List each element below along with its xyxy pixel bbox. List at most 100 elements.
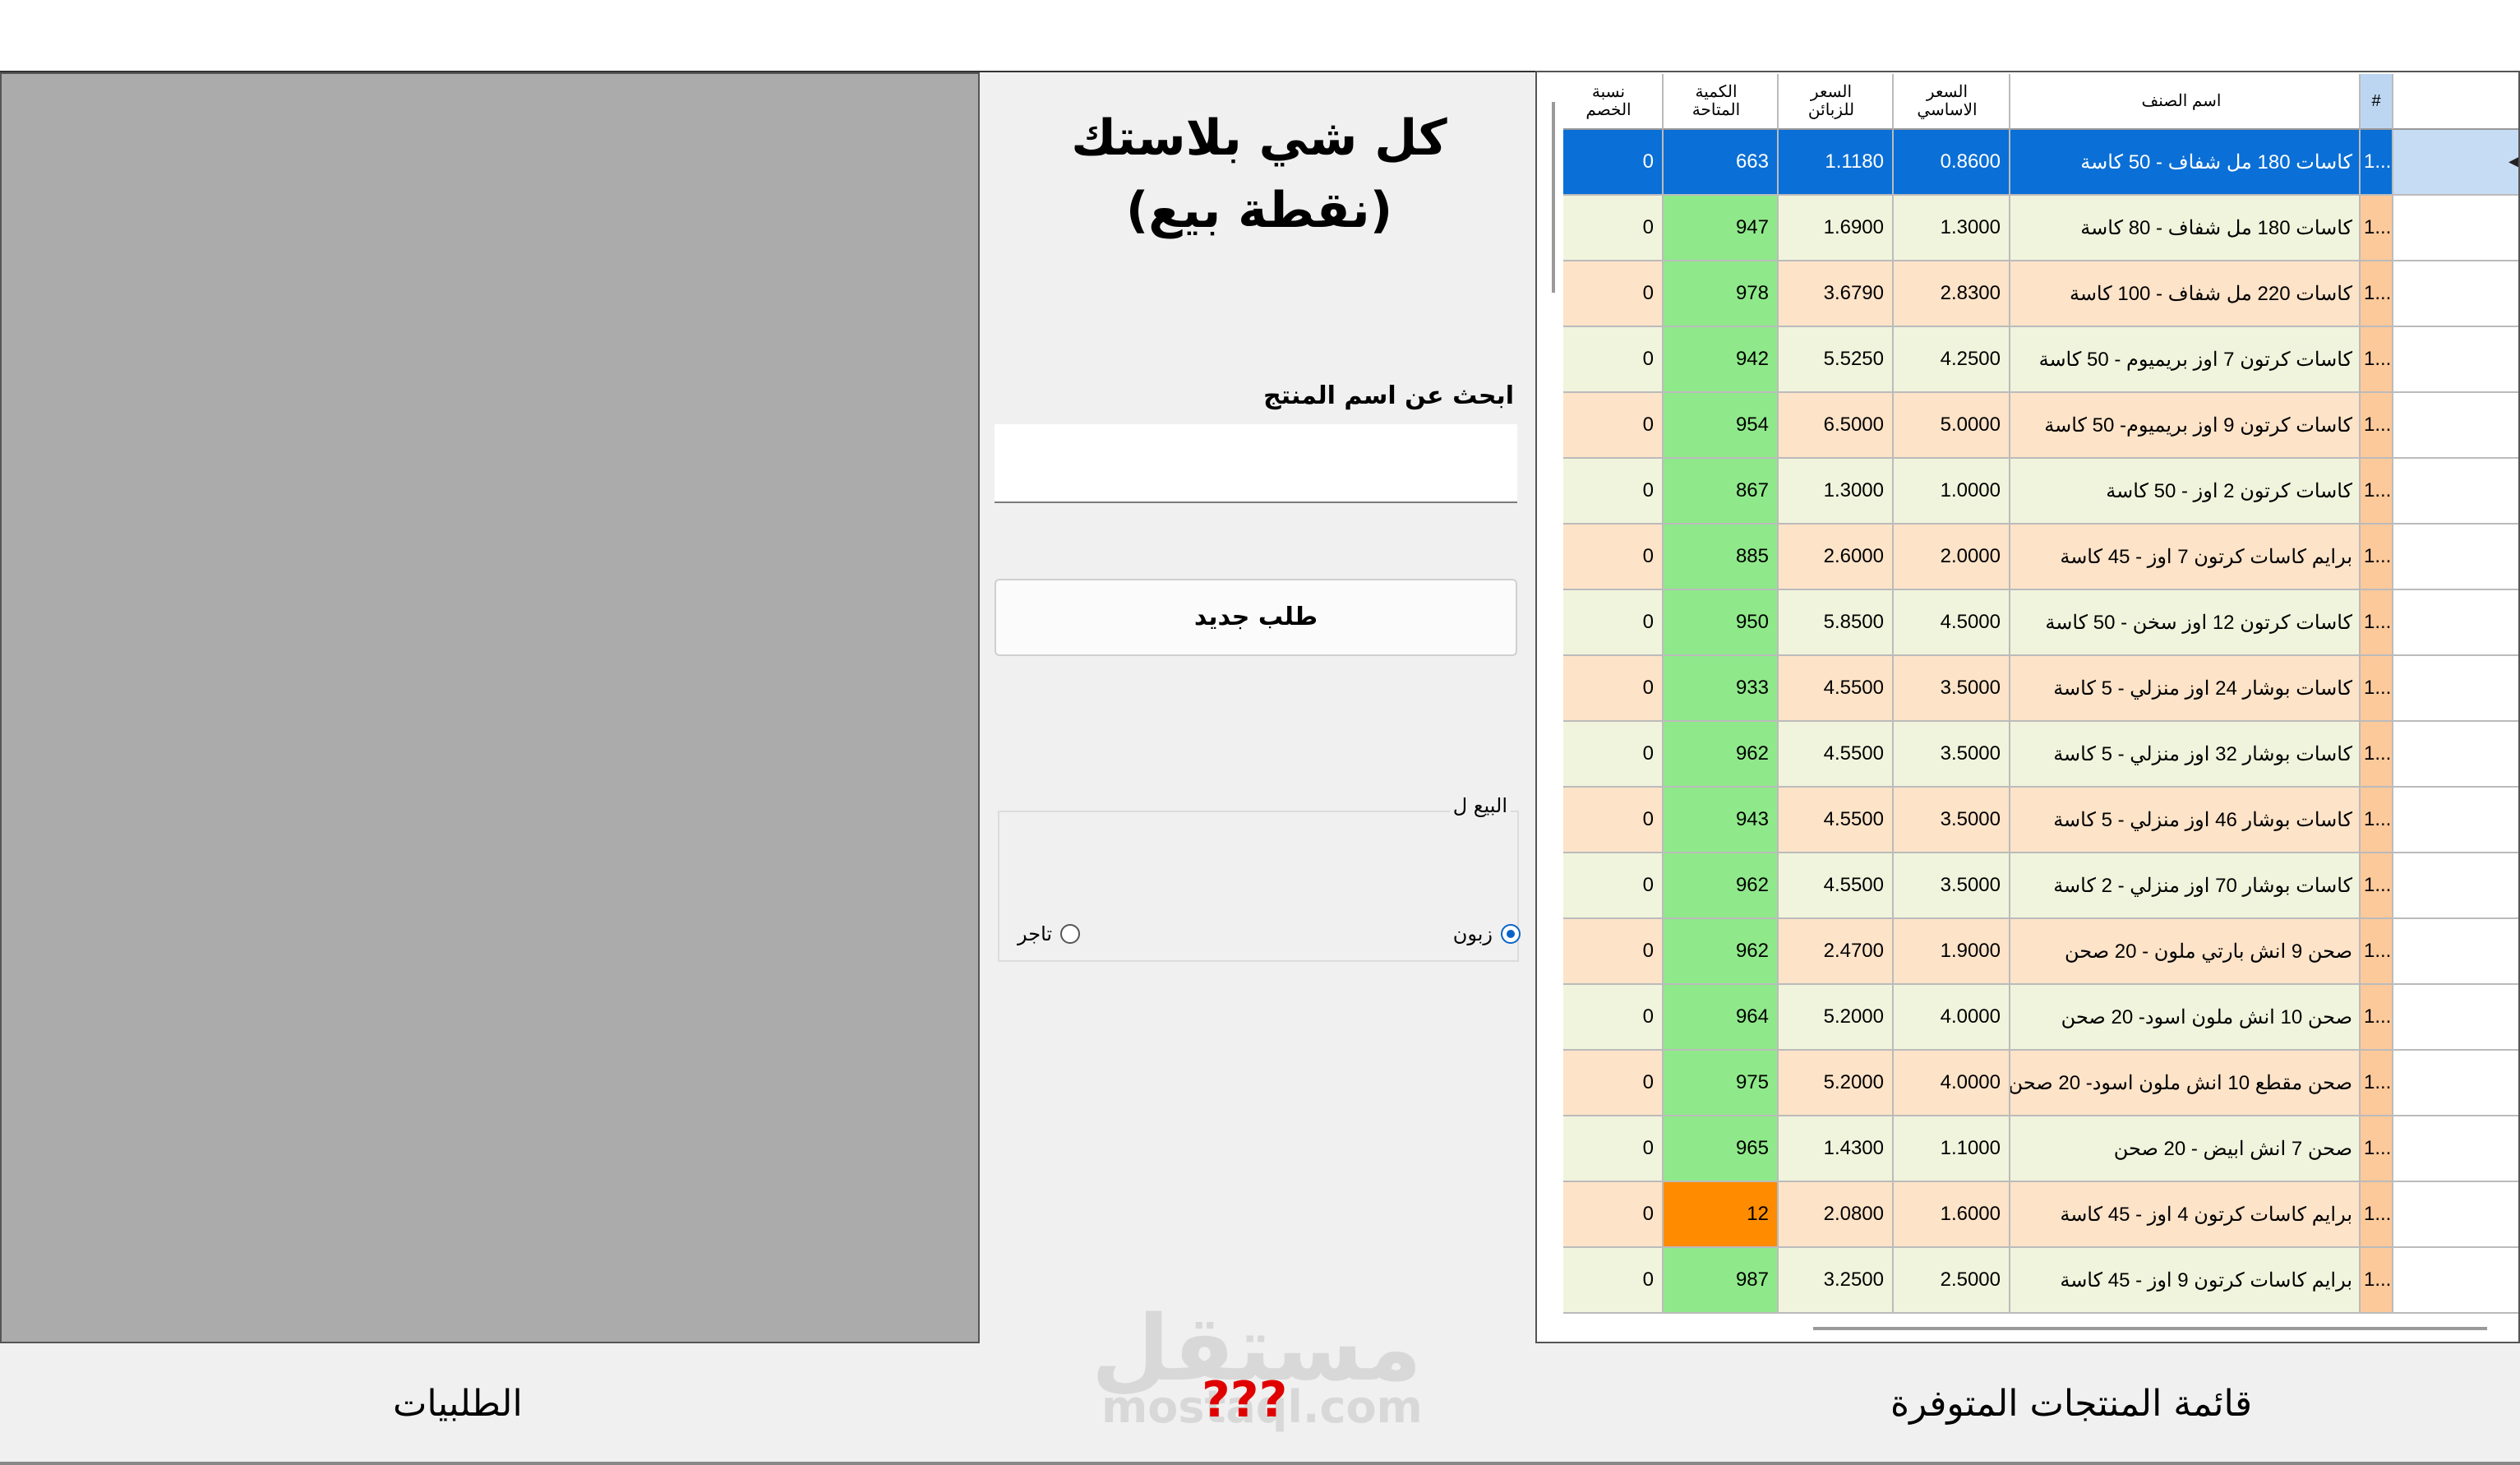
row-header[interactable] <box>2393 590 2518 656</box>
table-row[interactable]: 0 962 4.5500 3.5000 كاسات بوشار 32 اوز منزلي… <box>1563 722 2518 788</box>
quantity-cell[interactable]: 962 <box>1664 722 1779 788</box>
quantity-cell[interactable]: 885 <box>1664 525 1779 590</box>
base-price-cell[interactable]: 5.0000 <box>1894 393 2010 459</box>
row-number-cell[interactable]: 1... <box>2361 196 2393 261</box>
customer-price-cell[interactable]: 3.6790 <box>1779 261 1894 327</box>
col-quantity-header[interactable]: الكمية المتاحة <box>1664 74 1779 130</box>
customer-price-cell[interactable]: 2.4700 <box>1779 919 1894 985</box>
quantity-cell[interactable]: 962 <box>1664 919 1779 985</box>
table-row[interactable]: 0 867 1.3000 1.0000 كاسات كرتون 2 اوز - 50 ك… <box>1563 459 2518 525</box>
customer-price-cell[interactable]: 4.5500 <box>1779 853 1894 919</box>
row-number-cell[interactable]: 1... <box>2361 1051 2393 1116</box>
col-name-header[interactable]: اسم الصنف <box>2010 74 2361 130</box>
table-row[interactable]: 0 663 1.1180 0.8600 كاسات 180 مل شفاف - 50 ك… <box>1563 130 2518 196</box>
row-number-cell[interactable]: 1... <box>2361 393 2393 459</box>
row-number-cell[interactable]: 1... <box>2361 1182 2393 1248</box>
row-number-cell[interactable]: 1... <box>2361 459 2393 525</box>
customer-price-cell[interactable]: 5.2000 <box>1779 985 1894 1051</box>
table-row[interactable]: 0 954 6.5000 5.0000 كاسات كرتون 9 اوز بريميو… <box>1563 393 2518 459</box>
row-number-cell[interactable]: 1... <box>2361 327 2393 393</box>
quantity-cell[interactable]: 950 <box>1664 590 1779 656</box>
base-price-cell[interactable]: 2.5000 <box>1894 1248 2010 1314</box>
col-number-header[interactable]: # <box>2361 74 2393 130</box>
base-price-cell[interactable]: 1.3000 <box>1894 196 2010 261</box>
base-price-cell[interactable]: 2.8300 <box>1894 261 2010 327</box>
product-name-cell[interactable]: صحن مقطع 10 انش ملون اسود- 20 صحن <box>2010 1051 2361 1116</box>
product-name-cell[interactable]: برايم كاسات كرتون 9 اوز - 45 كاسة <box>2010 1248 2361 1314</box>
row-header[interactable]: ◀ <box>2393 130 2518 196</box>
customer-price-cell[interactable]: 2.6000 <box>1779 525 1894 590</box>
customer-price-cell[interactable]: 4.5500 <box>1779 656 1894 722</box>
table-row[interactable]: 0 962 2.4700 1.9000 صحن 9 انش بارتي ملون - 2… <box>1563 919 2518 985</box>
products-grid[interactable]: نسبة الخصم الكمية المتاحة السعر للزبائن … <box>1535 71 2520 1343</box>
row-header[interactable] <box>2393 656 2518 722</box>
row-header[interactable] <box>2393 1116 2518 1182</box>
row-header[interactable] <box>2393 853 2518 919</box>
product-name-cell[interactable]: كاسات بوشار 70 اوز منزلي - 2 كاسة <box>2010 853 2361 919</box>
product-name-cell[interactable]: صحن 10 انش ملون اسود- 20 صحن <box>2010 985 2361 1051</box>
new-order-button[interactable]: طلب جديد <box>995 579 1517 656</box>
quantity-cell[interactable]: 962 <box>1664 853 1779 919</box>
radio-checked-icon[interactable] <box>1501 924 1521 944</box>
product-name-cell[interactable]: كاسات كرتون 2 اوز - 50 كاسة <box>2010 459 2361 525</box>
product-name-cell[interactable]: كاسات كرتون 7 اوز بريميوم - 50 كاسة <box>2010 327 2361 393</box>
discount-cell[interactable]: 0 <box>1563 393 1664 459</box>
row-number-cell[interactable]: 1... <box>2361 130 2393 196</box>
discount-cell[interactable]: 0 <box>1563 1248 1664 1314</box>
product-name-cell[interactable]: كاسات بوشار 32 اوز منزلي - 5 كاسة <box>2010 722 2361 788</box>
row-number-cell[interactable]: 1... <box>2361 853 2393 919</box>
row-header[interactable] <box>2393 1051 2518 1116</box>
table-row[interactable]: 0 987 3.2500 2.5000 برايم كاسات كرتون 9 اوز … <box>1563 1248 2518 1314</box>
horizontal-scrollbar[interactable] <box>1813 1327 2487 1330</box>
base-price-cell[interactable]: 4.5000 <box>1894 590 2010 656</box>
customer-price-cell[interactable]: 4.5500 <box>1779 788 1894 853</box>
row-header[interactable] <box>2393 459 2518 525</box>
row-header[interactable] <box>2393 327 2518 393</box>
quantity-cell[interactable]: 942 <box>1664 327 1779 393</box>
product-name-cell[interactable]: كاسات 220 مل شفاف - 100 كاسة <box>2010 261 2361 327</box>
discount-cell[interactable]: 0 <box>1563 1116 1664 1182</box>
discount-cell[interactable]: 0 <box>1563 327 1664 393</box>
table-row[interactable]: 0 978 3.6790 2.8300 كاسات 220 مل شفاف - 100 … <box>1563 261 2518 327</box>
base-price-cell[interactable]: 2.0000 <box>1894 525 2010 590</box>
col-discount-header[interactable]: نسبة الخصم <box>1563 74 1664 130</box>
quantity-cell[interactable]: 867 <box>1664 459 1779 525</box>
discount-cell[interactable]: 0 <box>1563 853 1664 919</box>
row-header[interactable] <box>2393 525 2518 590</box>
product-name-cell[interactable]: كاسات 180 مل شفاف - 80 كاسة <box>2010 196 2361 261</box>
base-price-cell[interactable]: 3.5000 <box>1894 722 2010 788</box>
customer-price-cell[interactable]: 1.1180 <box>1779 130 1894 196</box>
base-price-cell[interactable]: 1.6000 <box>1894 1182 2010 1248</box>
col-base-price-header[interactable]: السعر الاساسي <box>1894 74 2010 130</box>
customer-price-cell[interactable]: 2.0800 <box>1779 1182 1894 1248</box>
base-price-cell[interactable]: 4.0000 <box>1894 985 2010 1051</box>
discount-cell[interactable]: 0 <box>1563 130 1664 196</box>
customer-price-cell[interactable]: 5.2000 <box>1779 1051 1894 1116</box>
quantity-cell[interactable]: 954 <box>1664 393 1779 459</box>
table-row[interactable]: 0 965 1.4300 1.1000 صحن 7 انش ابيض - 20 صحن 1… <box>1563 1116 2518 1182</box>
base-price-cell[interactable]: 1.9000 <box>1894 919 2010 985</box>
customer-price-cell[interactable]: 1.6900 <box>1779 196 1894 261</box>
row-number-cell[interactable]: 1... <box>2361 919 2393 985</box>
row-number-cell[interactable]: 1... <box>2361 1248 2393 1314</box>
row-header[interactable] <box>2393 788 2518 853</box>
base-price-cell[interactable]: 4.2500 <box>1894 327 2010 393</box>
row-header[interactable] <box>2393 985 2518 1051</box>
product-name-cell[interactable]: برايم كاسات كرتون 7 اوز - 45 كاسة <box>2010 525 2361 590</box>
base-price-cell[interactable]: 3.5000 <box>1894 788 2010 853</box>
table-row[interactable]: 0 12 2.0800 1.6000 برايم كاسات كرتون 4 اوز -… <box>1563 1182 2518 1248</box>
product-name-cell[interactable]: كاسات كرتون 12 اوز سخن - 50 كاسة <box>2010 590 2361 656</box>
row-header[interactable] <box>2393 261 2518 327</box>
quantity-cell[interactable]: 987 <box>1664 1248 1779 1314</box>
product-search-input[interactable] <box>995 424 1517 503</box>
discount-cell[interactable]: 0 <box>1563 525 1664 590</box>
row-header[interactable] <box>2393 1182 2518 1248</box>
customer-price-cell[interactable]: 1.3000 <box>1779 459 1894 525</box>
quantity-cell[interactable]: 975 <box>1664 1051 1779 1116</box>
table-row[interactable]: 0 885 2.6000 2.0000 برايم كاسات كرتون 7 اوز … <box>1563 525 2518 590</box>
base-price-cell[interactable]: 1.0000 <box>1894 459 2010 525</box>
base-price-cell[interactable]: 4.0000 <box>1894 1051 2010 1116</box>
row-number-cell[interactable]: 1... <box>2361 788 2393 853</box>
discount-cell[interactable]: 0 <box>1563 1182 1664 1248</box>
base-price-cell[interactable]: 3.5000 <box>1894 853 2010 919</box>
